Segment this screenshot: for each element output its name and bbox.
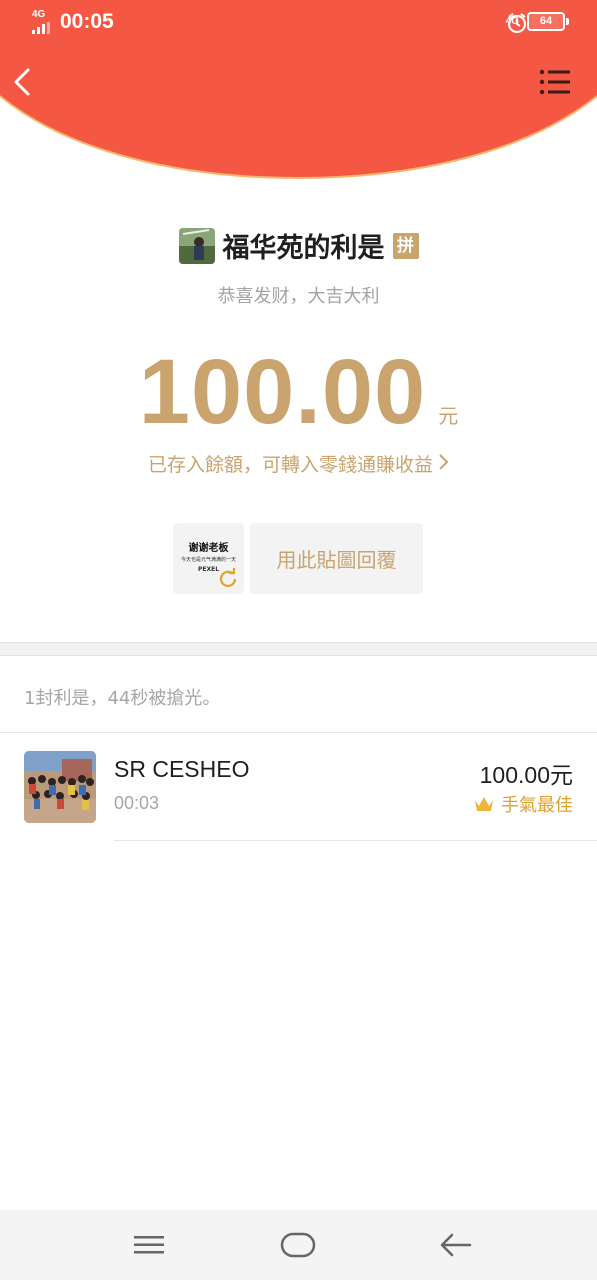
chevron-right-icon [437, 453, 449, 476]
battery-icon: 64 [527, 12, 569, 31]
alarm-icon [507, 13, 526, 34]
back-arrow-icon [440, 1233, 472, 1257]
menu-icon [134, 1236, 164, 1254]
nav-menu-button[interactable] [129, 1228, 169, 1262]
nav-home-button[interactable] [278, 1228, 318, 1262]
refresh-icon[interactable] [218, 568, 238, 588]
sender-avatar[interactable] [178, 227, 215, 264]
signal-icon [32, 22, 50, 34]
sticker-text-main: 谢谢老板 [188, 543, 229, 554]
sticker-thumbnail[interactable]: 谢谢老板 今天也是元气满满的一天 PEXEL [173, 523, 244, 594]
amount-row: 100.00 元 [0, 340, 597, 445]
back-button[interactable] [10, 66, 38, 98]
divider [114, 840, 597, 841]
status-bar: 4G 00:05 4G 64 [0, 0, 597, 46]
divider [0, 732, 597, 733]
battery-level: 64 [539, 15, 553, 27]
list-menu-icon [539, 69, 570, 95]
receiver-row[interactable]: SR CESHEO 00:03 100.00元 手氣最佳 [0, 750, 597, 842]
home-icon [280, 1232, 316, 1258]
receiver-avatar[interactable] [24, 751, 96, 823]
deposit-link-label: 已存入餘額，可轉入零錢通賺收益 [147, 454, 433, 476]
amount-unit: 元 [438, 404, 459, 428]
crown-icon [475, 797, 493, 811]
sticker-row: 谢谢老板 今天也是元气满满的一天 PEXEL 用此貼圖回覆 [173, 523, 423, 594]
section-divider [0, 642, 597, 656]
nav-back-button[interactable] [436, 1228, 476, 1262]
best-luck-badge: 手氣最佳 [473, 791, 573, 817]
greeting-text: 恭喜发财，大吉大利 [217, 286, 380, 307]
status-time: 00:05 [60, 10, 114, 33]
sticker-reply-button[interactable]: 用此貼圖回覆 [250, 523, 423, 594]
receiver-name: SR CESHEO [114, 756, 250, 782]
deposit-link[interactable]: 已存入餘額，可轉入零錢通賺收益 [0, 450, 597, 477]
summary-text: 1封利是，44秒被搶光。 [24, 688, 221, 709]
amount-value: 100.00 [138, 341, 427, 443]
more-menu-button[interactable] [539, 68, 571, 96]
receiver-time: 00:03 [114, 793, 160, 813]
chevron-left-icon [14, 68, 30, 96]
receiver-amount: 100.00元 [479, 762, 573, 788]
sticker-text-sub: 今天也是元气满满的一天 [180, 557, 236, 563]
header: 4G 00:05 4G 64 [0, 0, 597, 180]
group-packet-badge: 拼 [392, 232, 419, 259]
network-type-label: 4G [32, 9, 46, 20]
packet-title: 福华苑的利是 [222, 233, 385, 263]
system-nav-bar [0, 1210, 597, 1280]
sender-row: 福华苑的利是 拼 [0, 226, 597, 265]
best-luck-label: 手氣最佳 [501, 795, 573, 816]
